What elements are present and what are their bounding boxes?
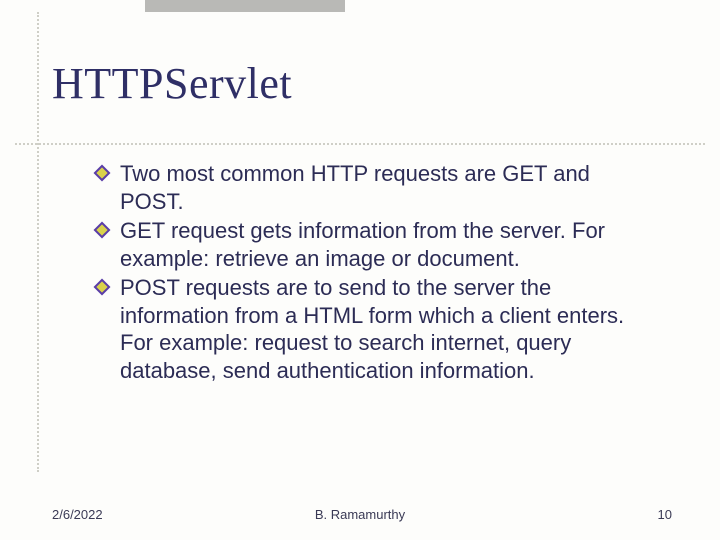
bullet-item: POST requests are to send to the server … (96, 274, 656, 384)
slide-title: HTTPServlet (52, 62, 292, 106)
vertical-guideline (37, 12, 39, 472)
bullet-text: POST requests are to send to the server … (120, 275, 624, 383)
diamond-bullet-icon (96, 281, 108, 293)
footer-page-number: 10 (658, 507, 672, 522)
diamond-bullet-icon (96, 167, 108, 179)
slide-body: Two most common HTTP requests are GET an… (96, 160, 656, 386)
bullet-text: GET request gets information from the se… (120, 218, 605, 271)
diamond-bullet-icon (96, 224, 108, 236)
slide: HTTPServlet Two most common HTTP request… (0, 0, 720, 540)
top-accent-bar (145, 0, 345, 12)
footer-author: B. Ramamurthy (0, 507, 720, 522)
bullet-item: GET request gets information from the se… (96, 217, 656, 272)
title-underline (15, 143, 705, 145)
bullet-item: Two most common HTTP requests are GET an… (96, 160, 656, 215)
bullet-text: Two most common HTTP requests are GET an… (120, 161, 590, 214)
